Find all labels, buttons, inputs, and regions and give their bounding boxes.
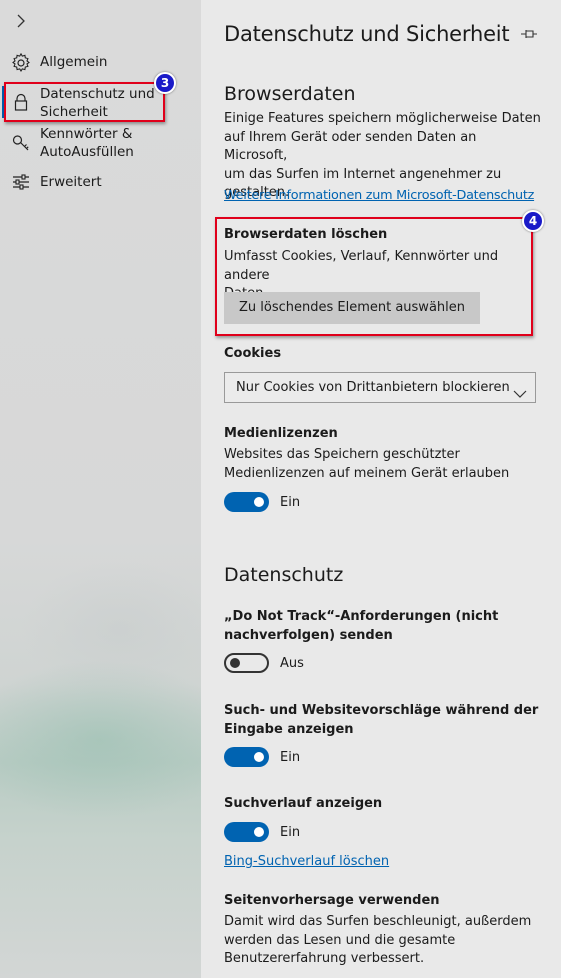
- media-licenses-toggle[interactable]: [224, 492, 269, 512]
- page-title: Datenschutz und Sicherheit: [224, 22, 510, 46]
- sliders-icon: [11, 172, 31, 192]
- text-line: Such- und Websitevorschläge während der: [224, 703, 539, 718]
- sidebar-item-erweitert[interactable]: Erweitert: [0, 172, 200, 194]
- text-line: Damit wird das Surfen beschleunigt, auße…: [224, 914, 532, 929]
- text-line: um das Surfen im Internet angenehmer zu: [224, 166, 502, 182]
- text-line: Websites das Speichern geschützter: [224, 447, 460, 462]
- annotation-box-sidebar: [4, 82, 165, 122]
- sidebar-item-allgemein[interactable]: Allgemein: [0, 52, 200, 74]
- page-prediction-description: Damit wird das Surfen beschleunigt, auße…: [224, 913, 542, 969]
- cookies-label: Cookies: [224, 346, 282, 361]
- text-line: „Do Not Track“-Anforderungen (nicht: [224, 609, 499, 624]
- text-line: Medienlizenzen auf meinem Gerät erlauben: [224, 465, 510, 481]
- chevron-down-icon: [513, 381, 527, 398]
- do-not-track-toggle-label: Aus: [280, 656, 304, 671]
- do-not-track-label: „Do Not Track“-Anforderungen (nicht nach…: [224, 608, 498, 645]
- text-line: nachverfolgen) senden: [224, 627, 393, 643]
- sidebar: Allgemein Datenschutz und Sicherheit Ken…: [0, 0, 201, 978]
- cookies-dropdown[interactable]: Nur Cookies von Drittanbietern blockiere…: [224, 372, 536, 403]
- do-not-track-toggle[interactable]: [224, 653, 269, 673]
- section-heading-browserdaten: Browserdaten: [224, 83, 356, 105]
- pin-icon[interactable]: [519, 26, 539, 40]
- sidebar-item-kennwoerter[interactable]: Kennwörter & AutoAusfüllen: [0, 124, 200, 164]
- annotation-box-clear-data: [215, 217, 533, 336]
- expand-chevron-icon[interactable]: [10, 10, 32, 32]
- text-line: Einige Features speichern möglicherweise…: [224, 111, 541, 126]
- text-line: Eingabe anzeigen: [224, 721, 354, 737]
- sidebar-item-label: Erweitert: [40, 174, 102, 190]
- media-licenses-toggle-label: Ein: [280, 495, 301, 510]
- sidebar-item-label: Allgemein: [40, 54, 108, 70]
- cookies-selected-value: Nur Cookies von Drittanbietern blockiere…: [236, 380, 510, 395]
- toggle-knob: [254, 752, 264, 762]
- settings-panel: Datenschutz und Sicherheit Browserdaten …: [201, 0, 561, 978]
- search-suggestions-toggle[interactable]: [224, 747, 269, 767]
- search-history-toggle-label: Ein: [280, 825, 301, 840]
- annotation-badge-3: 3: [154, 72, 176, 94]
- section-heading-datenschutz: Datenschutz: [224, 564, 344, 586]
- key-icon: [11, 133, 31, 153]
- media-licenses-label: Medienlizenzen: [224, 426, 338, 441]
- clear-bing-history-link[interactable]: Bing-Suchverlauf löschen: [224, 854, 389, 869]
- media-licenses-description: Websites das Speichern geschützter Medie…: [224, 446, 542, 483]
- search-suggestions-label: Such- und Websitevorschläge während der …: [224, 702, 538, 739]
- background-blur: [0, 660, 201, 820]
- privacy-info-link[interactable]: Weitere Informationen zum Microsoft-Date…: [224, 188, 534, 203]
- toggle-knob: [254, 827, 264, 837]
- annotation-badge-4: 4: [522, 210, 544, 232]
- text-line: werden das Lesen und die gesamte: [224, 932, 456, 948]
- gear-icon: [11, 52, 31, 73]
- search-history-label: Suchverlauf anzeigen: [224, 796, 383, 811]
- label-line: Kennwörter &: [40, 126, 133, 142]
- search-history-toggle[interactable]: [224, 822, 269, 842]
- page-prediction-label: Seitenvorhersage verwenden: [224, 893, 440, 908]
- text-line: auf Ihrem Gerät oder senden Daten an Mic…: [224, 129, 477, 164]
- sidebar-item-label: Kennwörter & AutoAusfüllen: [40, 125, 134, 161]
- text-line: Benutzererfahrung verbessert.: [224, 951, 425, 966]
- label-line: AutoAusfüllen: [40, 144, 134, 160]
- toggle-knob: [230, 658, 240, 668]
- toggle-knob: [254, 497, 264, 507]
- search-suggestions-toggle-label: Ein: [280, 750, 301, 765]
